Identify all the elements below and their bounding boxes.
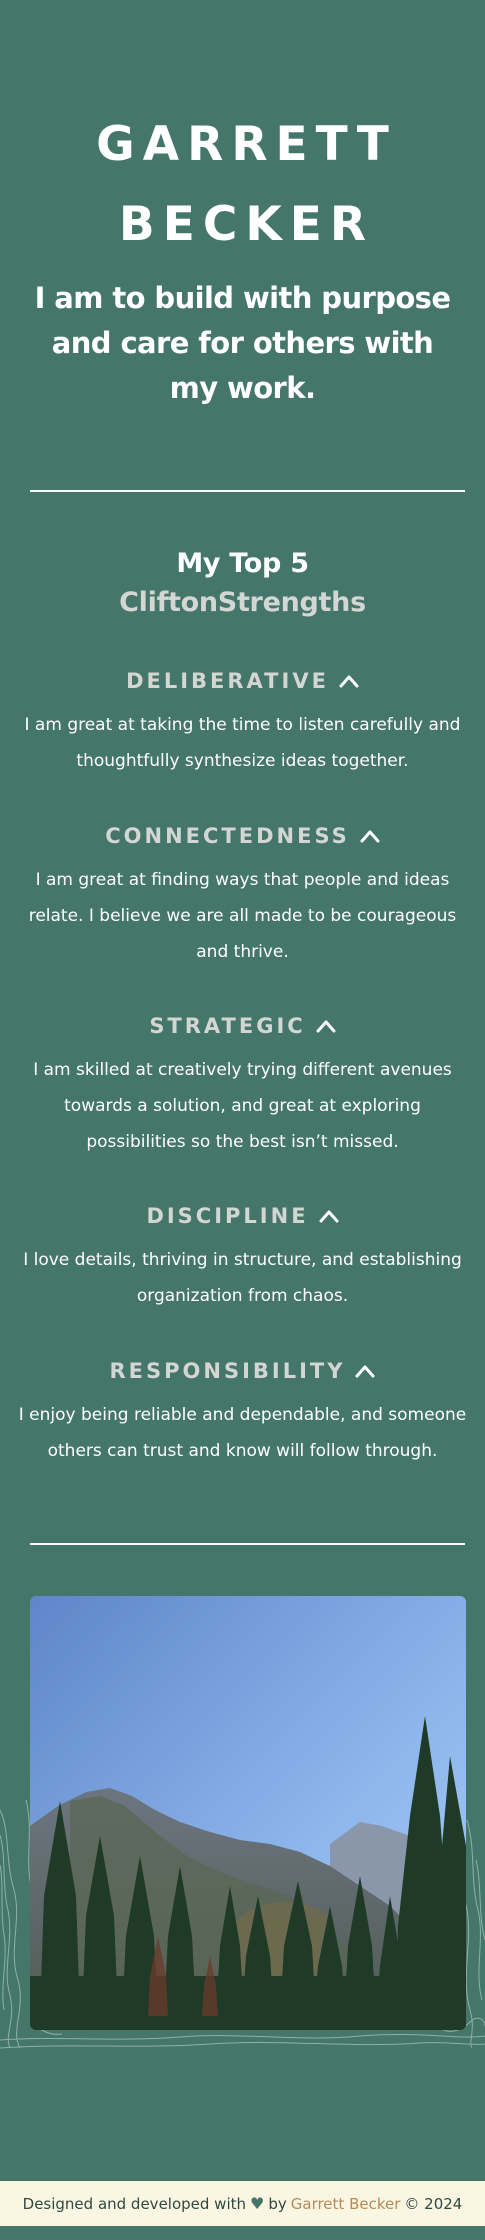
strength-description: I am skilled at creatively trying differ…: [33, 1060, 452, 1152]
strength-toggle[interactable]: DELIBERATIVE: [0, 661, 485, 701]
name-first: GARRETT: [96, 117, 397, 172]
strength-name: DELIBERATIVE: [126, 669, 329, 693]
strength-description: I enjoy being reliable and dependable, a…: [18, 1405, 467, 1461]
strengths-title-line1: My Top 5: [176, 548, 309, 579]
strengths-title: My Top 5 CliftonStrengths: [0, 544, 485, 622]
chevron-up-icon[interactable]: [319, 1209, 339, 1223]
footer-copyright: © 2024: [404, 2194, 463, 2213]
chevron-up-icon[interactable]: [339, 674, 359, 688]
footer-prefix: Designed and developed with: [22, 2194, 246, 2213]
divider-top: [30, 490, 465, 492]
footer-by: by: [268, 2194, 287, 2213]
strength-description: I love details, thriving in structure, a…: [23, 1250, 462, 1306]
chevron-up-icon[interactable]: [355, 1364, 375, 1378]
name-last: BECKER: [118, 197, 375, 252]
footer: Designed and developed with ♥ by Garrett…: [0, 2181, 485, 2226]
chevron-up-icon[interactable]: [360, 829, 380, 843]
strength-name: CONNECTEDNESS: [105, 824, 350, 848]
strength-toggle[interactable]: RESPONSIBILITY: [0, 1351, 485, 1391]
landscape-photo: [30, 1596, 466, 2030]
author-link[interactable]: Garrett Becker: [291, 2195, 401, 2213]
strength-toggle[interactable]: STRATEGIC: [0, 1006, 485, 1046]
mountain-forest-image: [30, 1596, 466, 2030]
strength-name: DISCIPLINE: [146, 1204, 309, 1228]
strength-connectedness: CONNECTEDNESS I am great at finding ways…: [0, 816, 485, 970]
strength-name: STRATEGIC: [149, 1014, 306, 1038]
strength-strategic: STRATEGIC I am skilled at creatively try…: [0, 1006, 485, 1160]
heart-icon: ♥: [250, 2194, 265, 2213]
strength-discipline: DISCIPLINE I love details, thriving in s…: [0, 1196, 485, 1314]
strength-toggle[interactable]: DISCIPLINE: [0, 1196, 485, 1236]
divider-bottom: [30, 1543, 465, 1545]
hero-name: GARRETT BECKER: [0, 105, 485, 265]
strengths-title-line2: CliftonStrengths: [119, 587, 366, 618]
strength-responsibility: RESPONSIBILITY I enjoy being reliable an…: [0, 1351, 485, 1469]
strength-description: I am great at taking the time to listen …: [24, 715, 461, 771]
strength-name: RESPONSIBILITY: [109, 1359, 346, 1383]
strength-toggle[interactable]: CONNECTEDNESS: [0, 816, 485, 856]
strength-description: I am great at finding ways that people a…: [28, 870, 457, 962]
chevron-up-icon[interactable]: [316, 1019, 336, 1033]
strength-deliberative: DELIBERATIVE I am great at taking the ti…: [0, 661, 485, 779]
tagline: I am to build with purpose and care for …: [34, 281, 451, 405]
